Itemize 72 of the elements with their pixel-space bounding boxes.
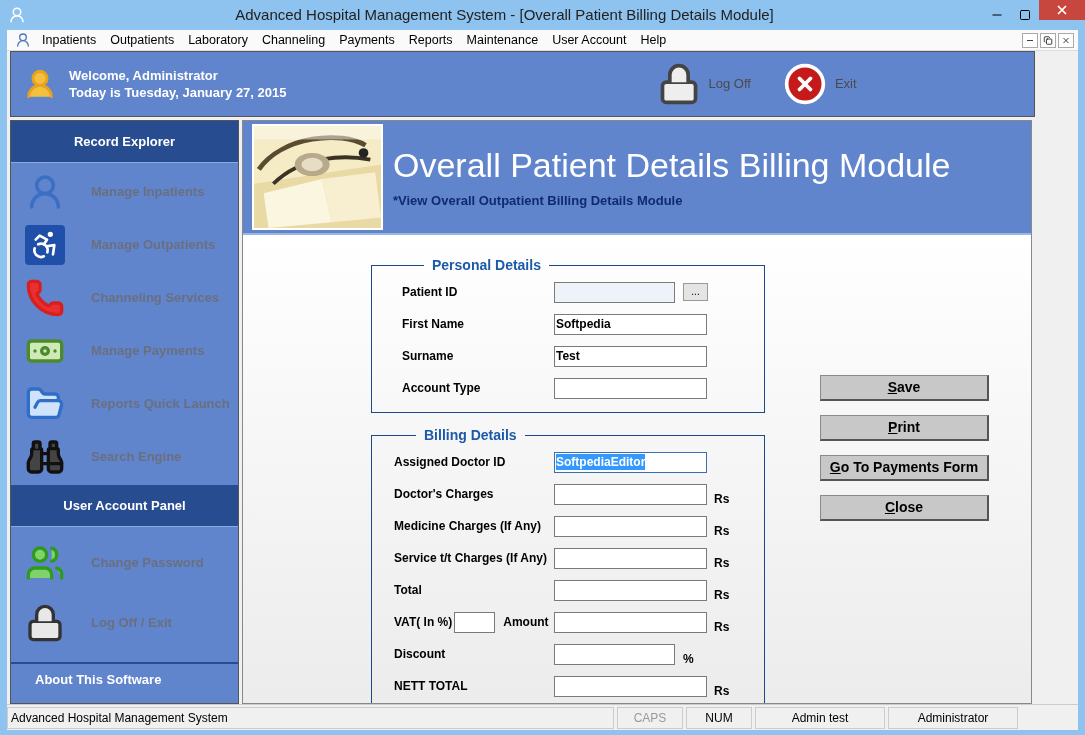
status-panel: Administrator [888,706,1018,729]
menu-item[interactable]: Help [633,30,674,50]
menu-item[interactable]: Laboratory [181,30,255,50]
text-field[interactable] [554,643,675,665]
menu-item[interactable]: User Account [545,30,634,50]
group-title: Personal Details [431,256,542,275]
field-label: Medicine Charges (If Any) [394,518,542,535]
field-label: Service t/t Charges (If Any) [394,550,548,567]
text-field[interactable] [554,377,707,399]
text-field[interactable] [554,515,707,537]
field-value: Test [556,348,580,364]
wheelchair-icon [25,224,65,265]
restore-icon[interactable] [1040,32,1056,48]
phone-icon [25,277,65,318]
action-button[interactable]: Go To Payments Form [820,455,989,481]
text-field[interactable] [554,579,707,601]
vat-field[interactable] [454,611,496,633]
text-field[interactable] [554,611,707,633]
field-label: Account Type [402,380,482,397]
selected-text: SoftpediaEditor [556,454,646,470]
unit-label: Rs [714,587,730,604]
field-label: VAT( In %) [394,614,453,631]
menu-item[interactable]: Inpatients [35,30,104,50]
unit-label: Rs [714,619,730,636]
menu-item[interactable]: Channeling [254,30,333,50]
app-icon [8,6,26,24]
unit-label: Rs [714,523,730,540]
group-title: Billing Details [423,426,518,445]
field-label: First Name [402,316,466,333]
field-label: NETT TOTAL [394,678,469,695]
users-icon [25,543,65,583]
window-title: Advanced Hospital Management System - [Overall Patient Billing Details Module] [234,4,775,25]
text-field[interactable] [554,483,707,505]
field-label: Amount [503,614,549,631]
status-panel: Admin test [755,706,885,729]
lock-icon [25,603,65,643]
app-icon [15,32,31,48]
status-panel: Advanced Hospital Management System [7,706,614,729]
welcome-text: Welcome, Administrator [69,67,219,84]
close-icon [782,62,827,106]
field-label: Total [394,582,423,599]
status-panel: CAPS [617,706,683,729]
section-header[interactable]: Record Explorer [11,121,238,163]
section-header[interactable]: About This Software [11,662,238,692]
banner-title: Overall Patient Details Billing Module [393,145,951,187]
text-field[interactable] [554,547,707,569]
menu-item[interactable]: Payments [332,30,402,50]
field-label: Patient ID [402,284,459,301]
close-icon [1055,3,1069,17]
unit-label: Rs [714,491,730,508]
minimize-icon[interactable] [1022,32,1038,48]
unit-label: % [683,651,694,668]
action-button[interactable]: Save [820,375,989,401]
field-label: Discount [394,646,447,663]
field-label: Surname [402,348,455,365]
field-label: Assigned Doctor ID [394,454,507,471]
menu-item[interactable]: Maintenance [459,30,546,50]
field-label: Doctor's Charges [394,486,495,503]
status-panel: NUM [686,706,752,729]
banner-subtitle: *View Overall Outpatient Billing Details Module [393,192,684,211]
menu-item[interactable]: Outpatients [103,30,182,50]
text-field[interactable]: Softpedia [554,313,707,335]
text-field[interactable] [554,675,707,697]
date-text: Today is Tuesday, January 27, 2015 [69,84,287,101]
action-button[interactable]: Close [820,495,989,521]
action-button[interactable]: Print [820,415,989,441]
field-value: Softpedia [556,316,611,332]
text-field[interactable]: Test [554,345,707,367]
unit-label: Rs [714,555,730,572]
unit-label: Rs [714,683,730,700]
section-header[interactable]: User Account Panel [11,485,238,527]
menu-item[interactable]: Reports [401,30,460,50]
